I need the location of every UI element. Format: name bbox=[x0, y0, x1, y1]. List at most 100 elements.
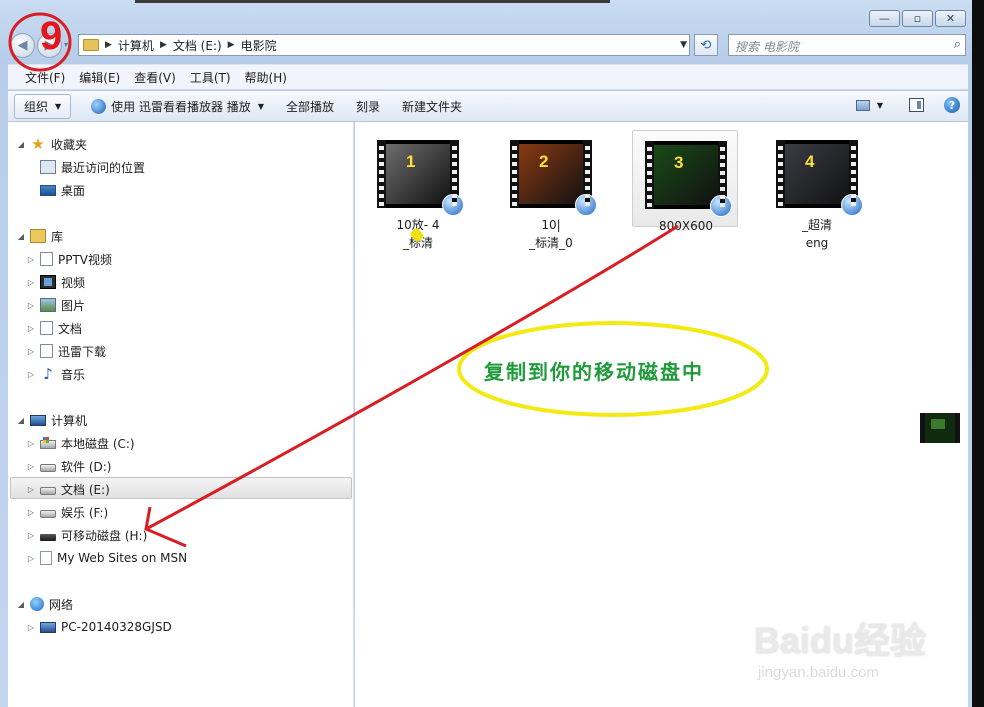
nav-documents[interactable]: ▷ 文档 bbox=[26, 318, 82, 338]
expand-icon[interactable]: ▷ bbox=[26, 462, 36, 471]
watermark-logo: Baidu经验 bbox=[754, 620, 927, 661]
file-name: 10| _标清_0 bbox=[529, 218, 573, 250]
video-frame bbox=[386, 144, 450, 204]
nav-favorites[interactable]: ◢ ★ 收藏夹 bbox=[16, 134, 87, 154]
expand-icon[interactable]: ▷ bbox=[26, 347, 36, 356]
breadcrumb-drive-e[interactable]: 文档 (E:) bbox=[173, 37, 222, 54]
play-with-button[interactable]: 使用 迅雷看看播放器 播放 ▼ bbox=[91, 98, 264, 115]
breadcrumb-separator: ▶ bbox=[159, 40, 167, 50]
baidu-watermark: Baidu经验 jingyan.baidu.com bbox=[754, 612, 934, 692]
menu-view[interactable]: 查看(V) bbox=[134, 69, 176, 86]
document-icon bbox=[40, 252, 53, 266]
menu-file[interactable]: 文件(F) bbox=[25, 69, 65, 86]
nav-network[interactable]: ◢ 网络 bbox=[16, 594, 73, 614]
preview-pane-icon[interactable] bbox=[909, 98, 924, 112]
refresh-button[interactable]: ⟲ bbox=[694, 34, 718, 56]
nav-music[interactable]: ▷ ♪ 音乐 bbox=[26, 364, 85, 384]
computer-icon bbox=[40, 621, 56, 633]
hard-drive-icon bbox=[40, 487, 56, 495]
address-bar[interactable]: ▶ 计算机 ▶ 文档 (E:) ▶ 电影院 ▼ bbox=[78, 34, 690, 56]
step-number: 9 bbox=[40, 14, 63, 58]
collapse-icon[interactable]: ◢ bbox=[16, 232, 26, 241]
expand-icon[interactable]: ▷ bbox=[26, 623, 36, 632]
film-icon bbox=[40, 275, 56, 289]
nav-libraries[interactable]: ◢ 库 bbox=[16, 226, 63, 246]
thumbnail-number: 2 bbox=[539, 152, 549, 171]
expand-icon[interactable]: ▷ bbox=[26, 301, 36, 310]
menu-help[interactable]: 帮助(H) bbox=[245, 69, 287, 86]
play-all-button[interactable]: 全部播放 bbox=[286, 98, 334, 115]
file-name: 800X600 bbox=[658, 219, 714, 233]
change-view-icon[interactable] bbox=[855, 99, 870, 111]
collapse-icon[interactable]: ◢ bbox=[16, 600, 26, 609]
help-icon[interactable]: ? bbox=[944, 97, 960, 113]
close-button[interactable]: ✕ bbox=[935, 10, 966, 27]
expand-icon[interactable]: ▷ bbox=[26, 531, 36, 540]
chevron-down-icon: ▼ bbox=[257, 101, 264, 111]
breadcrumb-cinema[interactable]: 电影院 bbox=[241, 37, 277, 54]
expand-icon[interactable]: ▷ bbox=[26, 508, 36, 517]
nav-drive-c[interactable]: ▷ 本地磁盘 (C:) bbox=[26, 433, 135, 453]
maximize-button[interactable]: ▫ bbox=[902, 10, 933, 27]
nav-label: 音乐 bbox=[61, 367, 86, 382]
nav-xunlei[interactable]: ▷ 迅雷下载 bbox=[26, 341, 106, 361]
computer-icon bbox=[30, 414, 46, 426]
video-thumbnail: 3 bbox=[645, 141, 732, 217]
expand-icon[interactable]: ▷ bbox=[26, 485, 36, 494]
chevron-down-icon[interactable]: ▼ bbox=[877, 101, 883, 110]
expand-icon[interactable]: ▷ bbox=[26, 554, 36, 563]
file-item[interactable]: 2 10| _标清_0 bbox=[498, 130, 604, 250]
nav-drive-d[interactable]: ▷ 软件 (D:) bbox=[26, 456, 112, 476]
page-icon bbox=[40, 551, 52, 565]
nav-drive-h[interactable]: ▷ 可移动磁盘 (H:) bbox=[26, 525, 147, 545]
organize-button[interactable]: 组织 ▼ bbox=[14, 93, 72, 119]
nav-pictures[interactable]: ▷ 图片 bbox=[26, 295, 85, 315]
minimize-button[interactable]: — bbox=[869, 10, 900, 27]
nav-pc[interactable]: ▷ PC-20140328GJSD bbox=[26, 617, 172, 637]
chevron-down-icon: ▼ bbox=[55, 101, 62, 111]
collapse-icon[interactable]: ◢ bbox=[16, 140, 26, 149]
watermark-url: jingyan.baidu.com bbox=[758, 664, 879, 681]
nav-computer[interactable]: ◢ 计算机 bbox=[16, 410, 87, 430]
nav-desktop[interactable]: 桌面 bbox=[26, 180, 85, 200]
expand-icon[interactable]: ▷ bbox=[26, 370, 36, 379]
new-folder-button[interactable]: 新建文件夹 bbox=[402, 98, 462, 115]
recent-places-icon bbox=[40, 160, 56, 174]
nav-label: 桌面 bbox=[61, 183, 86, 198]
search-input[interactable]: 搜索 电影院 ⌕ bbox=[728, 34, 966, 56]
address-dropdown-icon[interactable]: ▼ bbox=[680, 40, 687, 50]
file-item[interactable]: 1 10放- 4 _标清 bbox=[365, 130, 471, 250]
nav-label: 娱乐 (F:) bbox=[61, 505, 109, 520]
search-icon[interactable]: ⌕ bbox=[954, 37, 961, 52]
nav-label: 软件 (D:) bbox=[61, 459, 112, 474]
nav-drive-f[interactable]: ▷ 娱乐 (F:) bbox=[26, 502, 108, 522]
nav-label: 可移动磁盘 (H:) bbox=[61, 528, 148, 543]
file-item[interactable]: 4 _超清 eng bbox=[764, 130, 870, 250]
nav-msn-sites[interactable]: ▷ My Web Sites on MSN bbox=[26, 548, 187, 568]
back-button[interactable]: ◀ bbox=[10, 33, 35, 58]
nav-pptv[interactable]: ▷ PPTV视频 bbox=[26, 249, 112, 269]
file-item-selected[interactable]: 3 800X600 bbox=[632, 130, 738, 233]
nav-label: 网络 bbox=[49, 597, 74, 612]
nav-recent-places[interactable]: 最近访问的位置 bbox=[26, 157, 145, 177]
explorer-window: — ▫ ✕ ◀ ▶ ▾ ▶ 计算机 ▶ 文档 (E:) ▶ 电影院 ▼ ⟲ 搜索… bbox=[0, 0, 984, 707]
expand-icon[interactable]: ▷ bbox=[26, 324, 36, 333]
removable-drive-icon bbox=[40, 533, 56, 541]
expand-icon[interactable]: ▷ bbox=[26, 439, 36, 448]
burn-button[interactable]: 刻录 bbox=[356, 98, 380, 115]
player-badge-icon bbox=[442, 194, 464, 216]
collapse-icon[interactable]: ◢ bbox=[16, 416, 26, 425]
nav-videos[interactable]: ▷ 视频 bbox=[26, 272, 85, 292]
nav-label: My Web Sites on MSN bbox=[57, 551, 188, 565]
expand-icon[interactable]: ▷ bbox=[26, 278, 36, 287]
document-icon bbox=[40, 321, 53, 335]
recent-pages-dropdown[interactable]: ▾ bbox=[64, 40, 68, 49]
nav-drive-e[interactable]: ▷ 文档 (E:) bbox=[26, 479, 110, 499]
organize-label: 组织 bbox=[24, 99, 49, 114]
video-frame bbox=[519, 144, 583, 204]
breadcrumb-computer[interactable]: 计算机 bbox=[118, 37, 154, 54]
menu-tools[interactable]: 工具(T) bbox=[190, 69, 231, 86]
expand-icon[interactable]: ▷ bbox=[26, 255, 36, 264]
menu-edit[interactable]: 编辑(E) bbox=[79, 69, 120, 86]
search-placeholder: 搜索 电影院 bbox=[735, 40, 799, 54]
